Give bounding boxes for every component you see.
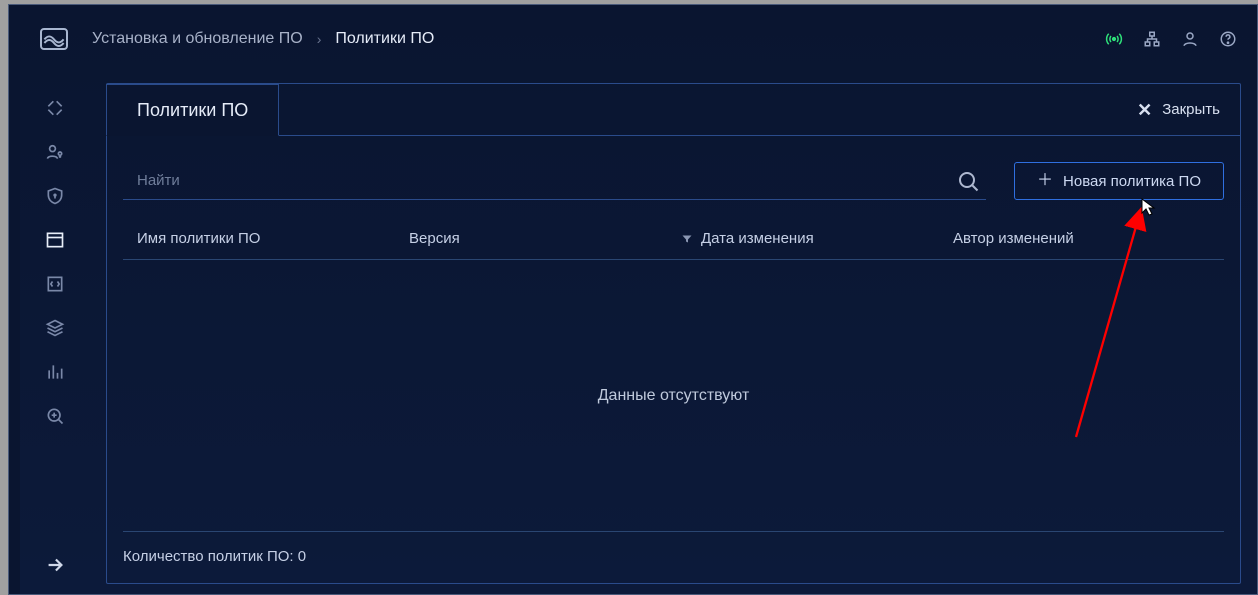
sidebar-expand-button[interactable] [20, 554, 90, 576]
column-header-version[interactable]: Версия [409, 230, 681, 247]
empty-state: Данные отсутствуют [123, 260, 1224, 531]
user-icon[interactable] [1181, 30, 1199, 48]
breadcrumb-current: Политики ПО [335, 30, 434, 48]
help-icon[interactable] [1219, 30, 1237, 48]
sidebar-item-security[interactable] [44, 185, 66, 207]
sidebar-item-tools[interactable] [44, 97, 66, 119]
breadcrumb-parent[interactable]: Установка и обновление ПО [92, 30, 303, 48]
column-header-date[interactable]: Дата изменения [681, 230, 953, 247]
sidebar-item-script[interactable] [44, 273, 66, 295]
sidebar-item-search[interactable] [44, 405, 66, 427]
antenna-icon[interactable] [1105, 30, 1123, 48]
filter-icon [681, 233, 693, 245]
close-label: Закрыть [1162, 101, 1220, 118]
new-policy-label: Новая политика ПО [1063, 173, 1201, 190]
app-logo[interactable] [40, 28, 68, 50]
tab-label: Политики ПО [137, 100, 248, 121]
sidebar-item-layers[interactable] [44, 317, 66, 339]
breadcrumb: Установка и обновление ПО › Политики ПО [92, 30, 434, 48]
column-header-author[interactable]: Автор изменений [953, 230, 1210, 247]
search-input[interactable] [123, 162, 986, 199]
footer-count: Количество политик ПО: 0 [123, 531, 1224, 565]
tab-policies[interactable]: Политики ПО [106, 84, 279, 136]
search-icon[interactable] [956, 169, 980, 193]
main-panel: Политики ПО ✕ Закрыть ＋ Новая политика П… [106, 83, 1241, 584]
plus-icon: ＋ [1037, 173, 1053, 189]
sidebar-item-software[interactable] [44, 229, 66, 251]
column-header-name[interactable]: Имя политики ПО [137, 230, 409, 247]
close-icon: ✕ [1137, 101, 1152, 119]
sidebar-item-stats[interactable] [44, 361, 66, 383]
sidebar-item-users[interactable] [44, 141, 66, 163]
new-policy-button[interactable]: ＋ Новая политика ПО [1014, 162, 1224, 200]
search-field-wrap [123, 162, 986, 200]
close-button[interactable]: ✕ Закрыть [1137, 84, 1240, 135]
chevron-right-icon: › [317, 31, 322, 47]
hierarchy-icon[interactable] [1143, 30, 1161, 48]
table-header: Имя политики ПО Версия Дата изменения Ав… [123, 230, 1224, 260]
